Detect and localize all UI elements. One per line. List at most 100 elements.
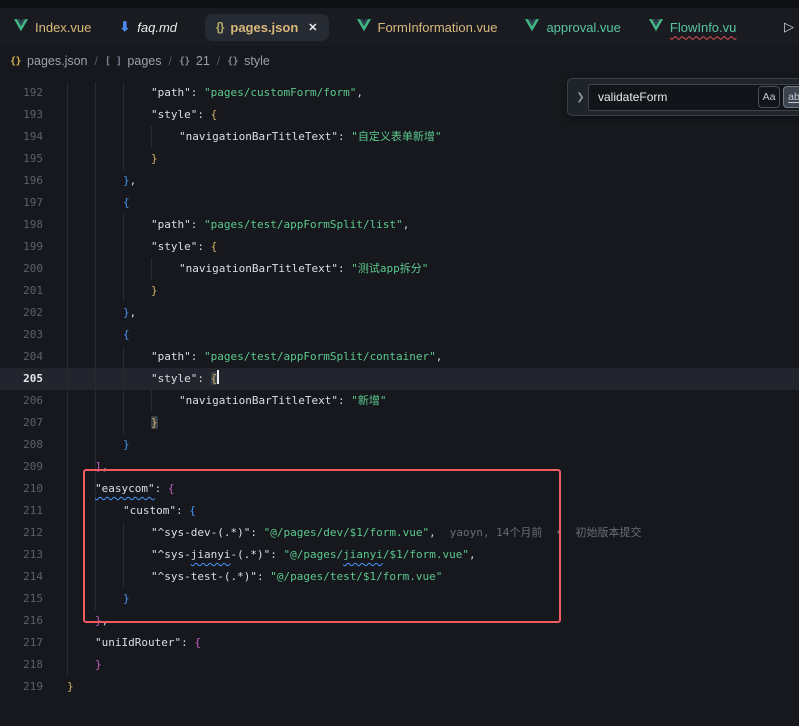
code-token: : — [197, 240, 210, 253]
code-line[interactable]: 202}, — [0, 302, 799, 324]
code-line[interactable]: 194"navigationBarTitleText": "自定义表单新增" — [0, 126, 799, 148]
code-line[interactable]: 213"^sys-jianyi-(.*)": "@/pages/jianyi/$… — [0, 544, 799, 566]
code-token: "pages/customForm/form" — [204, 86, 356, 99]
code-line[interactable]: 209], — [0, 456, 799, 478]
code-token: : — [250, 526, 263, 539]
code-token: : — [176, 504, 189, 517]
code-token: /$1/form.vue" — [383, 548, 469, 561]
code-text: }, — [43, 302, 136, 324]
code-line[interactable]: 201} — [0, 280, 799, 302]
breadcrumb-item-style[interactable]: {}style — [227, 54, 270, 68]
code-line[interactable]: 214"^sys-test-(.*)": "@/pages/test/$1/fo… — [0, 566, 799, 588]
line-number[interactable]: 215 — [0, 588, 43, 610]
line-number[interactable]: 200 — [0, 258, 43, 280]
line-number[interactable]: 205 — [0, 368, 43, 390]
code-token: ] — [95, 460, 102, 473]
code-line[interactable]: 219} — [0, 676, 799, 698]
line-number[interactable]: 194 — [0, 126, 43, 148]
breadcrumb-label: 21 — [196, 54, 210, 68]
toggle-replace-icon[interactable]: ❯ — [573, 92, 588, 103]
match-case-button[interactable]: Aa — [758, 86, 780, 108]
code-token: } — [151, 416, 158, 429]
line-number[interactable]: 217 — [0, 632, 43, 654]
line-number[interactable]: 201 — [0, 280, 43, 302]
code-token: "@/pages/test/$1/form.vue" — [270, 570, 442, 583]
code-token: "^sys- — [151, 548, 191, 561]
code-line[interactable]: 212"^sys-dev-(.*)": "@/pages/dev/$1/form… — [0, 522, 799, 544]
line-number[interactable]: 199 — [0, 236, 43, 258]
tab-pages-json[interactable]: {}pages.json✕ — [205, 14, 328, 41]
code-text: } — [43, 434, 130, 456]
code-token: , — [356, 86, 363, 99]
code-line[interactable]: 195} — [0, 148, 799, 170]
code-line[interactable]: 200"navigationBarTitleText": "测试app拆分" — [0, 258, 799, 280]
line-number[interactable]: 208 — [0, 434, 43, 456]
tab-index-vue[interactable]: Index.vue — [14, 19, 91, 35]
code-token: "测试app拆分" — [351, 262, 428, 275]
line-number[interactable]: 197 — [0, 192, 43, 214]
tab-approval-vue[interactable]: approval.vue — [525, 19, 620, 35]
code-line[interactable]: 196}, — [0, 170, 799, 192]
find-input-box: Aa ab .* — [588, 84, 799, 111]
code-text: } — [43, 654, 102, 676]
overflow-chevron-icon[interactable]: ▷ — [784, 19, 799, 35]
code-line[interactable]: 206"navigationBarTitleText": "新增" — [0, 390, 799, 412]
line-number[interactable]: 209 — [0, 456, 43, 478]
code-line[interactable]: 215} — [0, 588, 799, 610]
editor-pane[interactable]: 192"path": "pages/customForm/form",193"s… — [0, 76, 799, 726]
code-line[interactable]: 204"path": "pages/test/appFormSplit/cont… — [0, 346, 799, 368]
tab-bar: Index.vue ⬇faq.md {}pages.json✕ FormInforma… — [0, 8, 799, 46]
tab-flowinfo-vu[interactable]: FlowInfo.vu — [649, 19, 736, 35]
breadcrumb-item-pages-json[interactable]: {}pages.json — [10, 54, 88, 68]
line-number[interactable]: 219 — [0, 676, 43, 698]
tab-forminformation-vue[interactable]: FormInformation.vue — [357, 19, 498, 35]
code-token: , — [429, 526, 436, 539]
code-line[interactable]: 203{ — [0, 324, 799, 346]
code-token: "^sys-test-(.*)" — [151, 570, 257, 583]
line-number[interactable]: 211 — [0, 500, 43, 522]
code-text: } — [43, 588, 130, 610]
code-text: { — [43, 324, 130, 346]
code-line[interactable]: 216}, — [0, 610, 799, 632]
line-number[interactable]: 198 — [0, 214, 43, 236]
code-line[interactable]: 199"style": { — [0, 236, 799, 258]
code-text: "easycom": { — [43, 478, 174, 500]
line-number[interactable]: 213 — [0, 544, 43, 566]
code-text: } — [43, 148, 158, 170]
line-number[interactable]: 210 — [0, 478, 43, 500]
line-number[interactable]: 204 — [0, 346, 43, 368]
code-line[interactable]: 210"easycom": { — [0, 478, 799, 500]
whole-word-button[interactable]: ab — [783, 86, 799, 108]
code-line[interactable]: 211"custom": { — [0, 500, 799, 522]
line-number[interactable]: 195 — [0, 148, 43, 170]
breadcrumb-item-pages[interactable]: [ ]pages — [105, 54, 162, 68]
code-token: "style" — [151, 108, 197, 121]
code-line[interactable]: 218} — [0, 654, 799, 676]
tab-faq-md[interactable]: ⬇faq.md — [119, 19, 177, 35]
line-number[interactable]: 193 — [0, 104, 43, 126]
code-line[interactable]: 208} — [0, 434, 799, 456]
code-line[interactable]: 205"style": { — [0, 368, 799, 390]
code-token: "uniIdRouter" — [95, 636, 181, 649]
line-number[interactable]: 196 — [0, 170, 43, 192]
code-line[interactable]: 197{ — [0, 192, 799, 214]
code-text: "style": { — [43, 236, 217, 258]
line-number[interactable]: 206 — [0, 390, 43, 412]
code-line[interactable]: 217"uniIdRouter": { — [0, 632, 799, 654]
line-number[interactable]: 207 — [0, 412, 43, 434]
json-braces-icon: {} — [216, 20, 223, 34]
line-number[interactable]: 216 — [0, 610, 43, 632]
line-number[interactable]: 212 — [0, 522, 43, 544]
close-icon[interactable]: ✕ — [308, 21, 317, 34]
line-number[interactable]: 202 — [0, 302, 43, 324]
line-number[interactable]: 218 — [0, 654, 43, 676]
line-number[interactable]: 203 — [0, 324, 43, 346]
find-input[interactable] — [591, 89, 755, 105]
breadcrumb-item-21[interactable]: {}21 — [179, 54, 210, 68]
tab-label: FlowInfo.vu — [670, 20, 736, 35]
line-number[interactable]: 192 — [0, 82, 43, 104]
line-number[interactable]: 214 — [0, 566, 43, 588]
git-blame-annotation: yaoyn, 14个月前 • 初始版本提交 — [450, 526, 642, 539]
code-line[interactable]: 207} — [0, 412, 799, 434]
code-line[interactable]: 198"path": "pages/test/appFormSplit/list… — [0, 214, 799, 236]
